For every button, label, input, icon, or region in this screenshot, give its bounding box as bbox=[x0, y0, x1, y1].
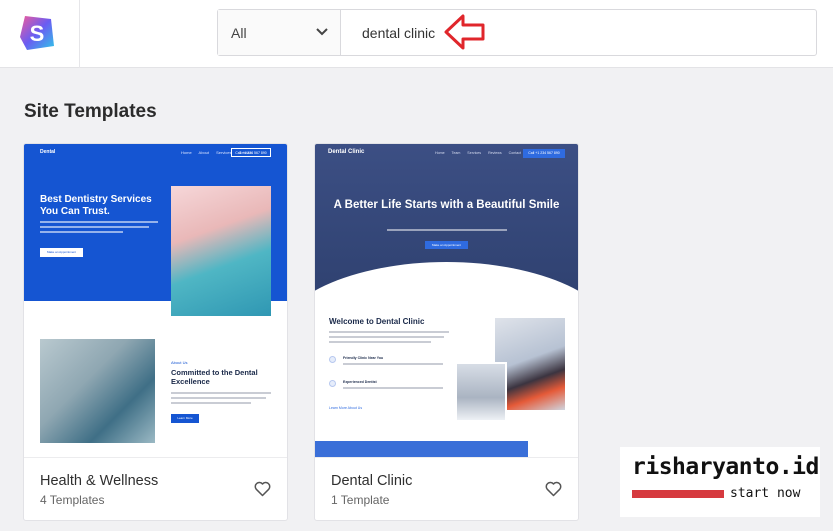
watermark-bar bbox=[632, 490, 724, 498]
preview-welcome-paragraph bbox=[329, 331, 449, 346]
card-template-count: 1 Template bbox=[331, 493, 390, 507]
preview-footer-bar bbox=[315, 441, 528, 457]
preview-cta-button: Make an Appointment bbox=[40, 248, 83, 257]
heart-icon[interactable] bbox=[545, 481, 562, 497]
section-title: Site Templates bbox=[24, 101, 157, 122]
card-footer: Dental Clinic 1 Template bbox=[315, 457, 578, 520]
preview-section-heading: Committed to the Dental Excellence bbox=[171, 368, 258, 386]
template-preview[interactable]: Dental Clinic Home Team Services Reviews… bbox=[315, 144, 578, 457]
search-input[interactable] bbox=[342, 10, 816, 55]
preview-photo-patient bbox=[171, 186, 271, 316]
red-arrow-left-icon bbox=[444, 14, 485, 50]
feature-icon bbox=[329, 380, 336, 387]
svg-text:S: S bbox=[30, 21, 45, 46]
preview-welcome-heading: Welcome to Dental Clinic bbox=[329, 317, 425, 326]
logo-area: S bbox=[0, 0, 80, 68]
preview-nav-links: Home Team Services Reviews Contact bbox=[435, 151, 522, 155]
preview-eyebrow: About Us bbox=[171, 360, 188, 365]
card-template-count: 4 Templates bbox=[40, 493, 105, 507]
preview-subline bbox=[387, 229, 507, 231]
chevron-down-icon bbox=[316, 28, 328, 36]
template-preview[interactable]: Dental Home About Services Contact Call … bbox=[24, 144, 287, 457]
preview-hero: Dental Clinic Home Team Services Reviews… bbox=[315, 144, 578, 299]
filter-select-value: All bbox=[231, 25, 247, 41]
template-card-dental-clinic[interactable]: Dental Clinic Home Team Services Reviews… bbox=[314, 143, 579, 521]
watermark-subtitle: start now bbox=[730, 486, 801, 501]
feature-icon bbox=[329, 356, 336, 363]
preview-cta-button: Make an Appointment bbox=[425, 241, 468, 249]
preview-link: Learn More About Us bbox=[329, 406, 363, 410]
preview-section-button: Learn More bbox=[171, 414, 199, 423]
search-bar: All bbox=[217, 9, 817, 56]
preview-section-paragraph bbox=[171, 392, 271, 407]
card-title[interactable]: Dental Clinic bbox=[331, 473, 412, 489]
template-card-health-wellness[interactable]: Dental Home About Services Contact Call … bbox=[23, 143, 288, 521]
preview-photo-dentist bbox=[40, 339, 155, 443]
preview-paragraph bbox=[40, 221, 158, 236]
preview-headline: A Better Life Starts with a Beautiful Sm… bbox=[333, 199, 560, 211]
feature-title: Experienced Dentist bbox=[343, 380, 377, 384]
preview-brand: Dental Clinic bbox=[328, 149, 365, 155]
preview-hero-curve bbox=[315, 262, 578, 299]
preview-nav-button: Call +1 234 567 890 bbox=[523, 149, 565, 158]
card-title[interactable]: Health & Wellness bbox=[40, 473, 158, 489]
heart-icon[interactable] bbox=[254, 481, 271, 497]
preview-headline: Best Dentistry Services You Can Trust. bbox=[40, 194, 152, 217]
card-footer: Health & Wellness 4 Templates bbox=[24, 457, 287, 520]
preview-brand: Dental bbox=[40, 149, 56, 155]
watermark: risharyanto.id start now bbox=[620, 447, 820, 517]
preview-photo-chair bbox=[455, 362, 507, 422]
top-bar: S All bbox=[0, 0, 833, 68]
filter-select[interactable]: All bbox=[218, 10, 341, 55]
preview-nav-button: Call +1 234 567 890 bbox=[231, 148, 271, 157]
watermark-title: risharyanto.id bbox=[632, 454, 819, 480]
feature-title: Friendly Clinic Near You bbox=[343, 356, 384, 360]
app-logo-icon[interactable]: S bbox=[17, 13, 57, 53]
